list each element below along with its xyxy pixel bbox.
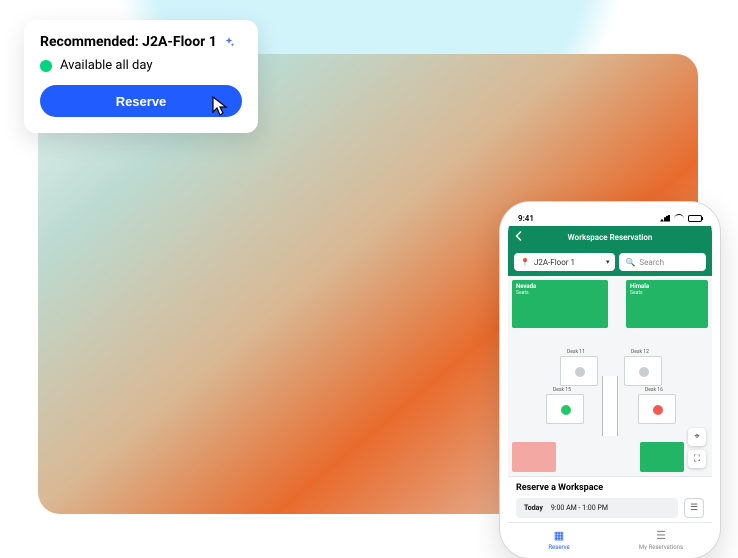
room-himalaya-name: Himala [630, 283, 704, 290]
room-nevada-sub: Seats [516, 290, 604, 296]
availability-dot-icon [40, 60, 52, 72]
availability-row: Available all day [40, 58, 242, 73]
filter-icon: ☰ [690, 503, 698, 513]
phone-mockup: 9:41 Workspace Reservation 📍 J2A-Floor 1… [500, 202, 720, 558]
topbar-title: Workspace Reservation [568, 233, 653, 242]
filter-button[interactable]: ☰ [684, 498, 704, 518]
statusbar-time: 9:41 [518, 214, 534, 223]
desk-12-label: Desk 12 [631, 349, 649, 355]
reserve-heading: Reserve a Workspace [516, 483, 704, 493]
back-icon[interactable] [514, 231, 524, 243]
reco-title-row: Recommended: J2A-Floor 1 [40, 34, 242, 50]
search-placeholder: Search [639, 258, 664, 267]
wifi-icon [674, 214, 684, 222]
desk-11-status-icon [574, 366, 586, 378]
location-selector[interactable]: 📍 J2A-Floor 1 ▾ [514, 253, 615, 271]
list-icon: ☰ [656, 529, 666, 542]
time-range: 9:00 AM - 1:00 PM [551, 504, 608, 512]
signal-icon [660, 215, 670, 222]
fullscreen-icon: ⛶ [694, 454, 700, 464]
desk-11-label: Desk 11 [567, 349, 585, 355]
desk-15-label: Desk 15 [553, 387, 571, 393]
room-himalaya[interactable]: Himala Seats [626, 280, 708, 328]
desk-12[interactable]: Desk 12 [624, 356, 662, 386]
desk-16-status-icon [652, 404, 664, 416]
room-nevada[interactable]: Nevada Seats [512, 280, 608, 328]
locate-icon: ⌖ [694, 432, 699, 442]
app-topbar: Workspace Reservation [508, 226, 712, 248]
cursor-icon [212, 96, 228, 116]
locate-button[interactable]: ⌖ [688, 428, 706, 446]
battery-icon [688, 215, 702, 222]
desk-15[interactable]: Desk 15 [546, 394, 584, 424]
reserve-panel: Reserve a Workspace Today 9:00 AM - 1:00… [508, 476, 712, 522]
tab-reserve[interactable]: ▦ Reserve [508, 523, 610, 550]
search-input[interactable]: 🔍 Search [619, 253, 706, 271]
sparkle-icon [223, 36, 235, 48]
tab-bar: ▦ Reserve ☰ My Reservations [508, 522, 712, 550]
fullscreen-button[interactable]: ⛶ [688, 450, 706, 468]
reco-title: Recommended: J2A-Floor 1 [40, 34, 217, 50]
tab-my-label: My Reservations [639, 544, 683, 551]
calendar-icon: ▦ [554, 529, 564, 542]
desk-11[interactable]: Desk 11 [560, 356, 598, 386]
room-himalaya-sub: Seats [630, 290, 704, 296]
time-row: Today 9:00 AM - 1:00 PM ☰ [516, 498, 704, 518]
desk-16[interactable]: Desk 16 [638, 394, 676, 424]
location-value: J2A-Floor 1 [534, 258, 575, 267]
recommendation-card: Recommended: J2A-Floor 1 Available all d… [24, 20, 258, 133]
pin-icon: 📍 [520, 258, 530, 267]
zone-available[interactable] [640, 442, 684, 472]
floor-map[interactable]: Nevada Seats Himala Seats Desk 11 Desk 1… [508, 276, 712, 476]
time-selector[interactable]: Today 9:00 AM - 1:00 PM [516, 498, 678, 518]
corridor [602, 376, 618, 436]
tab-my-reservations[interactable]: ☰ My Reservations [610, 523, 712, 550]
desk-16-label: Desk 16 [645, 387, 663, 393]
availability-label: Available all day [60, 58, 153, 73]
zone-unavailable[interactable] [512, 442, 556, 472]
search-icon: 🔍 [625, 258, 635, 267]
statusbar-right [660, 214, 702, 222]
time-today: Today [524, 504, 543, 512]
dropdown-icon: ▾ [606, 258, 610, 266]
tab-reserve-label: Reserve [548, 544, 569, 551]
desk-15-status-icon [560, 404, 572, 416]
desk-12-status-icon [638, 366, 650, 378]
room-nevada-name: Nevada [516, 283, 604, 290]
phone-statusbar: 9:41 [508, 210, 712, 226]
search-row: 📍 J2A-Floor 1 ▾ 🔍 Search [508, 248, 712, 276]
